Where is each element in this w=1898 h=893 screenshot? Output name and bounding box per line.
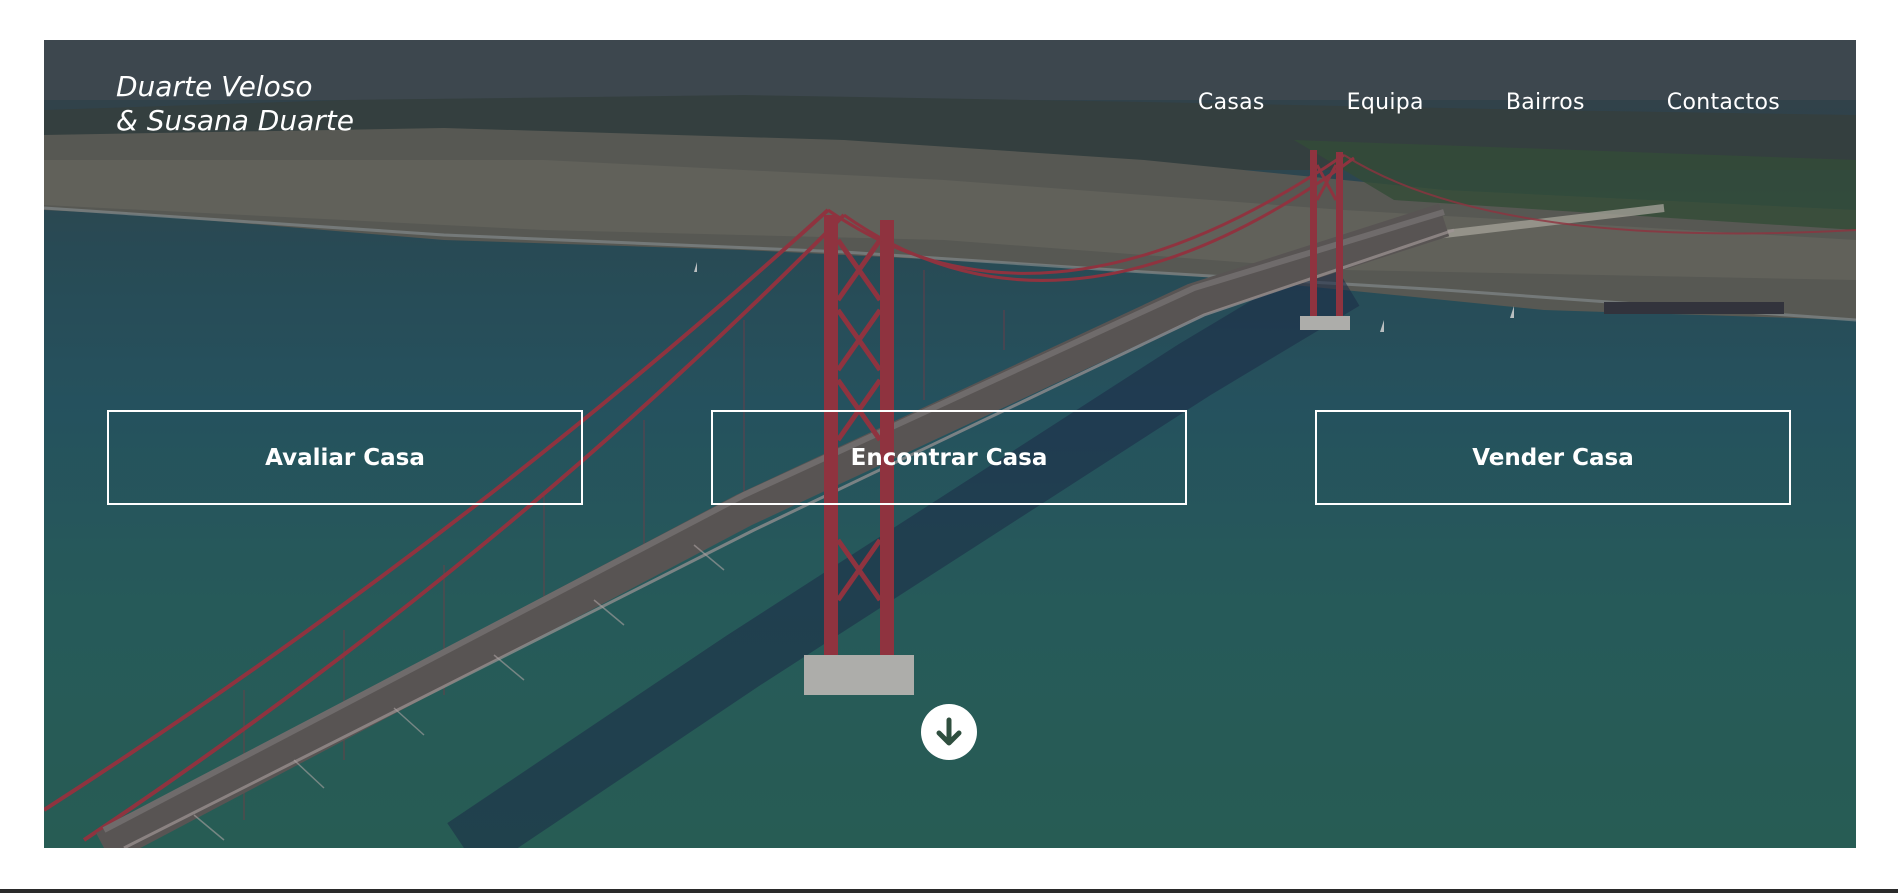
hero-banner: Duarte Veloso & Susana Duarte Casas Equi… <box>44 40 1856 848</box>
brand-line-1: Duarte Veloso <box>116 70 313 103</box>
sell-house-button[interactable]: Vender Casa <box>1315 410 1791 505</box>
nav-item-bairros[interactable]: Bairros <box>1506 90 1585 115</box>
brand-logo[interactable]: Duarte Veloso & Susana Duarte <box>116 70 354 138</box>
nav-item-casas[interactable]: Casas <box>1198 90 1265 115</box>
arrow-down-circle-icon <box>936 717 962 746</box>
nav-item-contactos[interactable]: Contactos <box>1667 90 1780 115</box>
scroll-down-button[interactable] <box>921 704 977 760</box>
brand-line-2: & Susana Duarte <box>116 104 354 137</box>
page-bottom-divider <box>0 889 1898 893</box>
find-house-button[interactable]: Encontrar Casa <box>711 410 1187 505</box>
main-nav: Casas Equipa Bairros Contactos <box>1198 90 1780 115</box>
evaluate-house-button[interactable]: Avaliar Casa <box>107 410 583 505</box>
nav-item-equipa[interactable]: Equipa <box>1347 90 1424 115</box>
